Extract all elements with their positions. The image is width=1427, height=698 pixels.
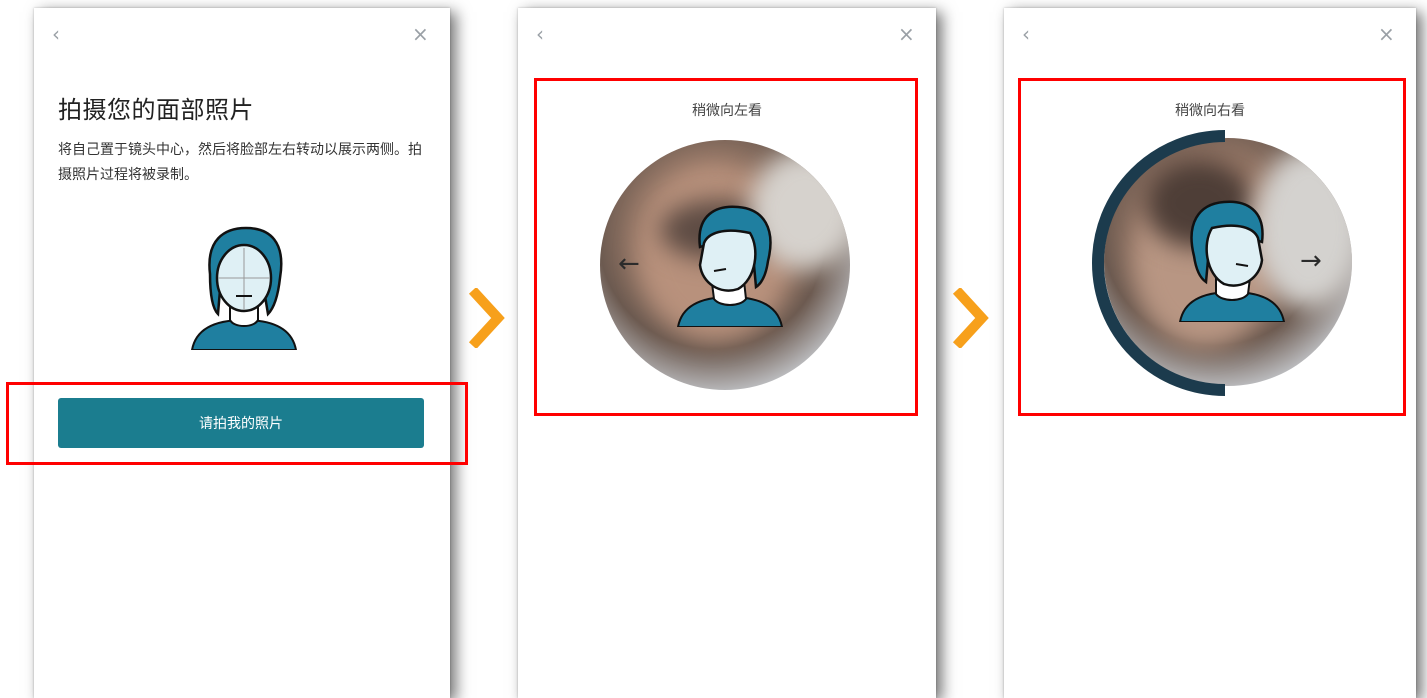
highlight-box-look-left [534, 78, 918, 416]
screen-capture-intro: ‹ × 拍摄您的面部照片 将自己置于镜头中心，然后将脸部左右转动以展示两侧。拍摄… [34, 8, 450, 698]
close-icon[interactable]: × [412, 24, 432, 44]
instructions-text: 将自己置于镜头中心，然后将脸部左右转动以展示两侧。拍摄照片过程将被录制。 [58, 142, 422, 183]
chevron-right-icon [468, 288, 505, 348]
close-icon[interactable]: × [1378, 24, 1398, 44]
back-icon[interactable]: ‹ [52, 24, 72, 44]
back-icon[interactable]: ‹ [1022, 24, 1042, 44]
back-icon[interactable]: ‹ [536, 24, 556, 44]
highlight-box-look-right [1018, 78, 1406, 416]
page-title: 拍摄您的面部照片 [58, 96, 254, 124]
face-guide-illustration [190, 226, 298, 350]
chevron-right-icon [952, 288, 989, 348]
highlight-box-take-photo [6, 382, 468, 465]
close-icon[interactable]: × [898, 24, 918, 44]
